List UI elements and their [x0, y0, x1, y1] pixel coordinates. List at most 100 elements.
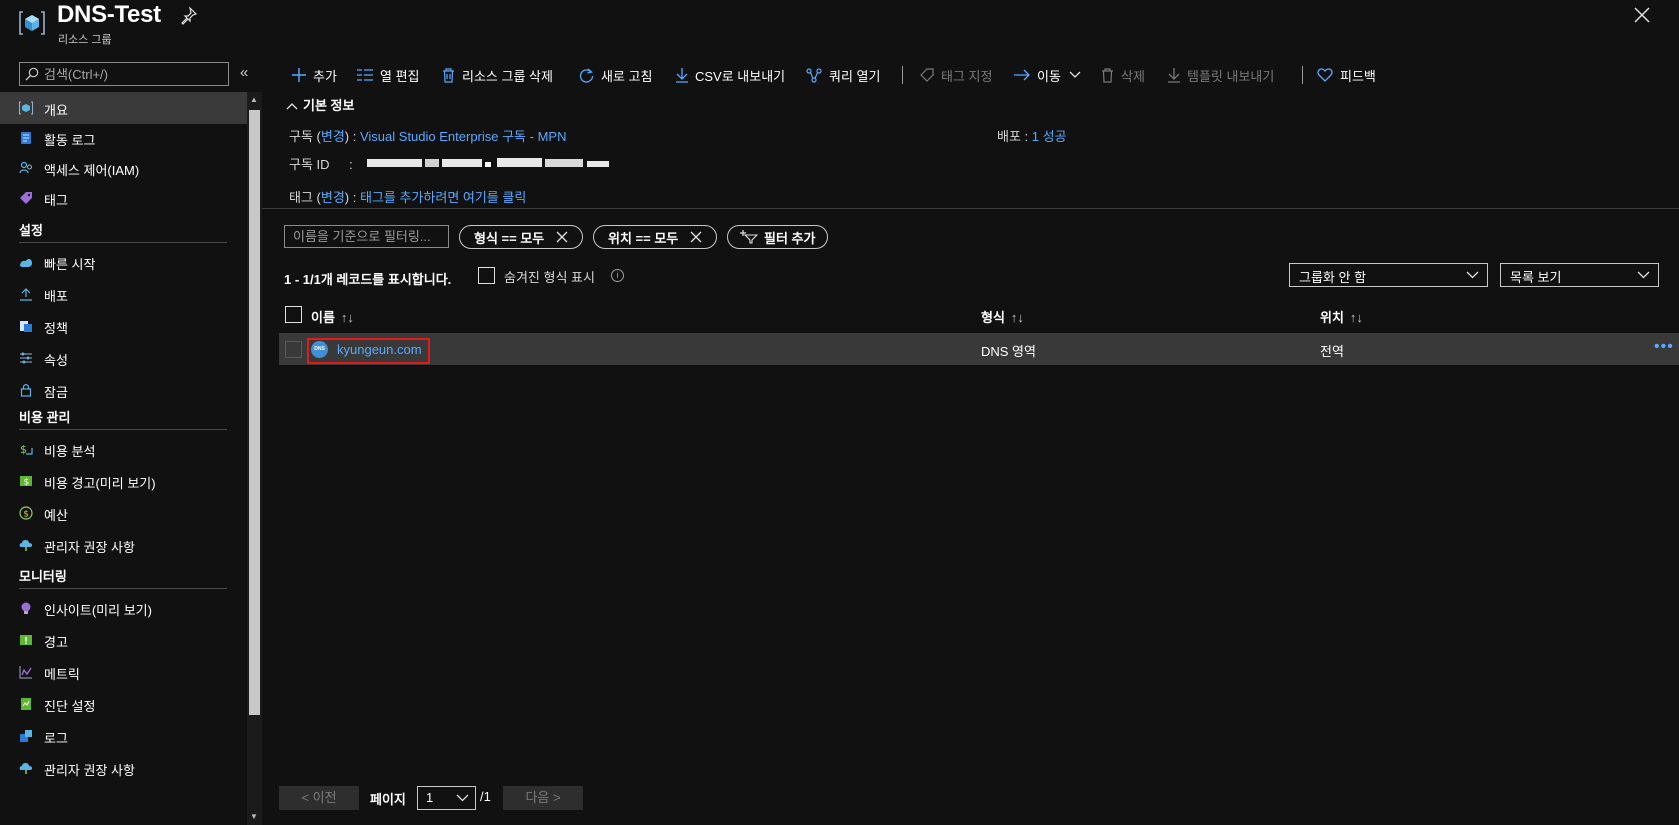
column-header-name[interactable]: 이름 ↑↓ [311, 307, 354, 326]
sidebar-item-cost-analysis[interactable]: $ 비용 분석 [0, 433, 247, 465]
sidebar: « 개요 활동 로그 액세스 제어(IAM) [0, 60, 262, 825]
collapse-sidebar-icon[interactable]: « [240, 64, 248, 81]
download-icon [676, 67, 688, 83]
close-icon[interactable] [556, 231, 568, 243]
sort-icon[interactable]: ↑↓ [1350, 310, 1363, 325]
sidebar-item-advisor-monitoring[interactable]: 관리자 권장 사항 [0, 752, 247, 784]
pin-icon[interactable] [181, 7, 197, 25]
sort-icon[interactable]: ↑↓ [341, 310, 354, 325]
next-page-button[interactable]: 다음 > [503, 786, 583, 810]
subscription-link[interactable]: Visual Studio Enterprise 구독 - MPN [360, 129, 566, 144]
show-hidden-types-checkbox[interactable] [478, 267, 495, 284]
sidebar-item-iam[interactable]: 액세스 제어(IAM) [0, 152, 247, 184]
subscription-change-link[interactable]: 변경 [321, 129, 345, 144]
sidebar-item-label: 관리자 권장 사항 [44, 763, 135, 778]
row-checkbox[interactable] [285, 341, 302, 358]
plus-icon [292, 68, 306, 82]
sidebar-item-metrics[interactable]: 메트릭 [0, 656, 247, 688]
sidebar-search[interactable] [19, 62, 229, 86]
iam-icon [19, 161, 32, 174]
close-icon[interactable] [690, 231, 702, 243]
close-icon[interactable] [1633, 6, 1651, 24]
name-filter[interactable] [284, 225, 449, 248]
view-mode-dropdown[interactable]: 목록 보기 [1500, 263, 1659, 287]
page-total: /1 [480, 789, 491, 804]
sidebar-item-logs[interactable]: 로그 [0, 720, 247, 752]
export-template-button[interactable]: 템플릿 내보내기 [1168, 64, 1274, 86]
tags-row: 태그 (변경) : 태그를 추가하려면 여기를 클릭 [289, 190, 527, 205]
insights-icon [21, 602, 31, 614]
section-title-monitoring: 모니터링 [19, 569, 67, 584]
scroll-up-icon[interactable]: ▲ [250, 95, 258, 104]
type-filter-pill[interactable]: 형식 == 모두 [459, 225, 584, 249]
sidebar-item-diagnostics[interactable]: 진단 설정 [0, 688, 247, 720]
sidebar-item-label: 활동 로그 [44, 133, 96, 148]
select-all-checkbox[interactable] [285, 306, 302, 323]
open-query-button[interactable]: 쿼리 열기 [806, 64, 880, 86]
delete-resource-group-button[interactable]: 리소스 그룹 삭제 [442, 64, 553, 86]
columns-icon [357, 69, 373, 81]
export-csv-label: CSV로 내보내기 [695, 68, 786, 84]
essentials-divider [262, 208, 1679, 209]
svg-text:$: $ [20, 443, 27, 456]
assign-tags-button[interactable]: 태그 지정 [920, 64, 992, 86]
deployments-link[interactable]: 1 성공 [1032, 129, 1067, 144]
section-divider [19, 242, 227, 243]
delete-button[interactable]: 삭제 [1101, 64, 1145, 86]
name-filter-input[interactable] [285, 226, 448, 247]
sidebar-item-label: 정책 [44, 321, 68, 336]
feedback-button[interactable]: 피드백 [1317, 64, 1376, 86]
add-tags-link[interactable]: 태그를 추가하려면 여기를 클릭 [360, 190, 526, 205]
resource-name-link[interactable]: kyungeun.com [337, 342, 422, 357]
essentials-toggle[interactable]: 기본 정보 [286, 95, 354, 114]
sidebar-item-tags[interactable]: 태그 [0, 182, 247, 214]
sidebar-item-insights[interactable]: 인사이트(미리 보기) [0, 592, 247, 624]
record-count: 1 - 1/1개 레코드를 표시합니다. [284, 272, 452, 287]
deploy-icon [20, 288, 32, 301]
sidebar-item-label: 예산 [44, 508, 68, 523]
move-label: 이동 [1037, 68, 1061, 84]
add-filter-button[interactable]: 필터 추가 [727, 225, 829, 249]
export-csv-button[interactable]: CSV로 내보내기 [676, 64, 785, 86]
sidebar-item-cost-alerts[interactable]: $ 비용 경고(미리 보기) [0, 465, 247, 497]
sidebar-item-advisor[interactable]: 관리자 권장 사항 [0, 529, 247, 561]
column-header-location[interactable]: 위치 ↑↓ [1320, 307, 1363, 326]
column-header-type[interactable]: 형식 ↑↓ [981, 307, 1024, 326]
table-row[interactable] [279, 333, 1679, 365]
grouping-dropdown[interactable]: 그룹화 안 함 [1289, 263, 1488, 287]
sidebar-item-overview[interactable]: 개요 [0, 92, 247, 124]
sidebar-item-policies[interactable]: 정책 [0, 310, 247, 342]
scroll-down-icon[interactable]: ▼ [250, 812, 258, 821]
sidebar-item-budgets[interactable]: $ 예산 [0, 497, 247, 529]
feedback-label: 피드백 [1340, 68, 1376, 84]
sidebar-item-locks[interactable]: 잠금 [0, 374, 247, 406]
search-input[interactable] [44, 65, 224, 83]
toolbar-separator [902, 66, 903, 84]
chevron-down-icon [1637, 271, 1650, 279]
page-select[interactable]: 1 [417, 786, 476, 810]
sidebar-item-deployments[interactable]: 배포 [0, 278, 247, 310]
cost-alert-icon: $ [20, 476, 32, 488]
refresh-button[interactable]: 새로 고침 [579, 64, 652, 86]
tags-change-link[interactable]: 변경 [321, 190, 345, 205]
sort-icon[interactable]: ↑↓ [1011, 310, 1024, 325]
more-actions-icon[interactable]: ••• [1654, 338, 1674, 356]
sidebar-item-alerts[interactable]: 경고 [0, 624, 247, 656]
add-button[interactable]: 추가 [292, 64, 337, 86]
sidebar-item-label: 태그 [44, 193, 68, 208]
previous-page-button[interactable]: < 이전 [279, 786, 359, 810]
move-button[interactable]: 이동 [1014, 64, 1081, 86]
chevron-down-icon [456, 794, 469, 802]
show-hidden-types-label: 숨겨진 형식 표시 [504, 270, 595, 285]
location-filter-pill[interactable]: 위치 == 모두 [593, 225, 718, 249]
sidebar-item-properties[interactable]: 속성 [0, 342, 247, 374]
sidebar-item-quickstart[interactable]: 빠른 시작 [0, 246, 247, 278]
edit-columns-button[interactable]: 열 편집 [357, 64, 420, 86]
sidebar-scrollbar-thumb[interactable] [249, 110, 260, 715]
resource-location-cell: 전역 [1320, 344, 1344, 359]
info-icon[interactable]: i [611, 269, 624, 282]
add-filter-icon [740, 230, 758, 244]
resource-group-icon [19, 11, 45, 35]
page-label: 페이지 [370, 792, 406, 807]
sidebar-item-activity-log[interactable]: 활동 로그 [0, 122, 247, 154]
